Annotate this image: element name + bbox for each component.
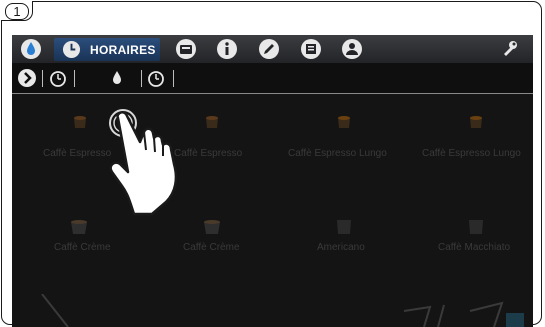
coffee-cup-icon: [206, 116, 218, 128]
statistics-icon[interactable]: [300, 38, 322, 60]
coffee-cup-icon: [71, 220, 87, 234]
step-tab: 1: [1, 1, 33, 21]
coffee-cup-icon: [469, 220, 483, 234]
wrench-icon[interactable]: [499, 38, 521, 60]
product-label[interactable]: Caffè Macchiato: [438, 242, 510, 253]
separator: [42, 70, 43, 87]
separator: [141, 70, 142, 87]
product-label[interactable]: Caffè Espresso Lungo: [422, 148, 521, 159]
coffee-cup-icon: [74, 116, 86, 128]
step-number: 1: [5, 3, 29, 20]
separator: [173, 70, 174, 87]
product-label[interactable]: Caffè Espresso Lungo: [288, 148, 387, 159]
product-grid: Caffè Espresso Caffè Espresso Caffè Espr…: [12, 94, 533, 327]
machine-screen: HORAIRES Caffè Espresso Caffè Espresso C…: [12, 35, 533, 327]
glass-icon: [403, 301, 524, 327]
coffee-cup-icon: [337, 220, 351, 234]
tab-horaires[interactable]: HORAIRES: [54, 38, 160, 61]
product-label[interactable]: Caffè Crème: [183, 242, 240, 253]
tab-horaires-label: HORAIRES: [90, 43, 156, 57]
user-icon[interactable]: [341, 38, 363, 60]
info-icon[interactable]: [216, 38, 238, 60]
clock-icon: [62, 40, 81, 59]
top-navigation-bar: HORAIRES: [12, 35, 533, 63]
card-icon[interactable]: [175, 38, 197, 60]
coffee-cup-icon: [470, 116, 482, 128]
sub-navigation-bar: [12, 63, 533, 94]
coffee-cup-icon: [204, 220, 220, 234]
coffee-cup-icon: [338, 116, 350, 128]
glass-icon: [41, 294, 69, 327]
chevron-right-icon[interactable]: [17, 68, 37, 88]
timer-icon[interactable]: [146, 68, 166, 88]
product-label[interactable]: Americano: [317, 242, 365, 253]
separator: [74, 70, 75, 87]
pencil-icon[interactable]: [258, 38, 280, 60]
timer-icon[interactable]: [48, 68, 68, 88]
water-drop-icon[interactable]: [20, 38, 42, 60]
drop-icon[interactable]: [107, 68, 127, 88]
product-label[interactable]: Caffè Crème: [54, 242, 111, 253]
hand-pointer-icon: [109, 109, 178, 216]
